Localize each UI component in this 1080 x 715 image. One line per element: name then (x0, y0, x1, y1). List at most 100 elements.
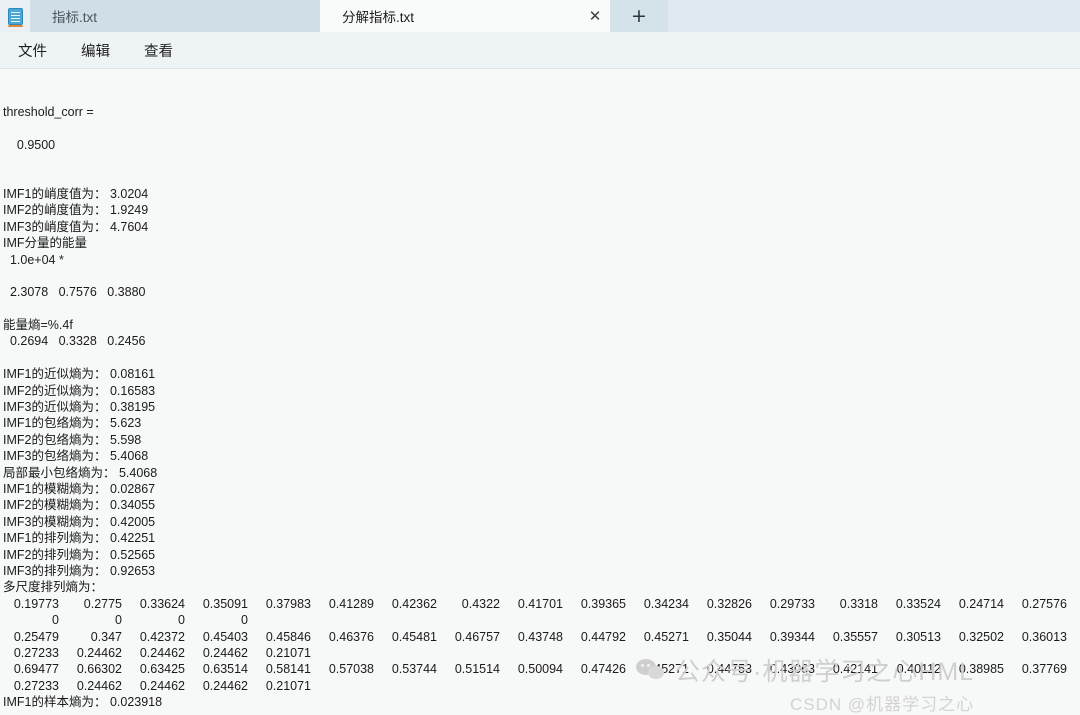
menu-item-edit[interactable]: 编辑 (67, 36, 124, 65)
text-line: 多尺度排列熵为： (3, 580, 104, 595)
text-line: threshold_corr = (3, 105, 94, 119)
matrix-cell: 0.36013 (1021, 629, 1067, 644)
matrix-cell: 0.43748 (517, 629, 563, 644)
matrix-row: 0.27233 0.24462 0.24462 0.24462 0.21071 (3, 645, 1080, 661)
text-line: IMF3的峭度值为： 4.7604 (3, 219, 149, 234)
text-line: IMF1的排列熵为： 0.42251 (3, 531, 156, 546)
text-line: 局部最小包络熵为： 5.4068 (3, 465, 158, 480)
text-line: IMF3的模糊熵为： 0.42005 (3, 514, 156, 529)
matrix-cell: 0.2775 (83, 596, 122, 611)
matrix-cell: 0.27233 (13, 678, 59, 693)
text-line: IMF3的近似熵为： 0.38195 (3, 400, 156, 415)
text-line: 能量熵=%.4f (3, 318, 73, 333)
text-line: IMF1的模糊熵为： 0.02867 (3, 481, 156, 496)
matrix-cell: 0.38985 (958, 662, 1004, 677)
matrix-cell: 0.51514 (454, 662, 500, 677)
tab-label: 指标.txt (52, 10, 98, 25)
matrix-cell: 0.39365 (580, 596, 626, 611)
matrix-cell: 0 (52, 613, 59, 628)
text-line-blank (3, 350, 1080, 366)
text-line: IMF分量的能量 (3, 236, 88, 251)
text-line: IMF1的峭度值为： 3.0204 (3, 186, 149, 201)
matrix-cell: 0.63425 (139, 662, 185, 677)
tab-decomposed-indicators[interactable]: 分解指标.txt ✕ (320, 0, 610, 32)
matrix-cell: 0.44753 (706, 662, 752, 677)
matrix-cell: 0.42362 (391, 596, 437, 611)
text-line: IMF2的近似熵为： 0.16583 (3, 383, 156, 398)
menu-item-view[interactable]: 查看 (130, 36, 187, 65)
matrix-cell: 0.33624 (139, 596, 185, 611)
new-tab-button[interactable]: + (610, 0, 668, 32)
matrix-cell: 0.47426 (580, 662, 626, 677)
matrix-cell: 0.3318 (839, 596, 878, 611)
text-line-blank (3, 120, 1080, 136)
text-editor-area[interactable]: threshold_corr = 0.9500 IMF1的峭度值为： 3.020… (0, 70, 1080, 710)
matrix-cell: 0.46757 (454, 629, 500, 644)
matrix-cell: 0.19773 (13, 596, 59, 611)
menu-bar: 文件 编辑 查看 (0, 32, 1080, 69)
text-line-blank (3, 268, 1080, 284)
text-line: IMF2的包络熵为： 5.598 (3, 432, 142, 447)
matrix-cell: 0.21071 (265, 678, 311, 693)
matrix-cell: 0.45271 (643, 629, 689, 644)
matrix-row: 0 0 0 0 (3, 612, 1080, 628)
matrix-cell: 0.21071 (265, 645, 311, 660)
matrix-cell: 0.35044 (706, 629, 752, 644)
matrix-row: 0.25479 0.347 0.42372 0.45403 0.45846 0.46376… (3, 629, 1080, 645)
tab-strip: 指标.txt 分解指标.txt ✕ + (0, 0, 1080, 32)
close-icon[interactable]: ✕ (580, 0, 610, 32)
text-line: 1.0e+04 * (3, 252, 64, 267)
notepad-icon (0, 0, 30, 32)
matrix-cell: 0.3 (1074, 661, 1080, 677)
matrix-row: 0.19773 0.2775 0.33624 0.35091 0.37983 0.4128… (3, 596, 1080, 612)
matrix-cell: 0 (241, 613, 248, 628)
matrix-cell: 0.34234 (643, 596, 689, 611)
matrix-cell: 0.215 (1074, 596, 1080, 612)
text-line-blank (3, 170, 1080, 186)
document-text[interactable]: threshold_corr = 0.9500 IMF1的峭度值为： 3.020… (0, 70, 1080, 710)
matrix-cell: 0.35091 (202, 596, 248, 611)
matrix-cell: 0.44792 (580, 629, 626, 644)
matrix-cell: 0.45271 (643, 662, 689, 677)
matrix-cell: 0.24462 (139, 678, 185, 693)
matrix-cell: 0.45481 (391, 629, 437, 644)
matrix-row: 0.27233 0.24462 0.24462 0.24462 0.21071 (3, 678, 1080, 694)
matrix-cell: 0.40112 (896, 662, 941, 677)
matrix-cell: 0.24462 (76, 678, 122, 693)
tab-indicators[interactable]: 指标.txt (30, 0, 320, 32)
text-line-blank (3, 301, 1080, 317)
matrix-cell: 0.25479 (13, 629, 59, 644)
matrix-cell: 0.24462 (202, 645, 248, 660)
matrix-cell: 0.37769 (1021, 662, 1067, 677)
matrix-cell: 0.24714 (958, 596, 1004, 611)
matrix-cell: 0.63514 (202, 662, 248, 677)
menu-item-file[interactable]: 文件 (4, 36, 61, 65)
matrix-cell: 0.41701 (517, 596, 563, 611)
matrix-cell: 0.32502 (958, 629, 1004, 644)
matrix-cell: 0.27233 (13, 645, 59, 660)
matrix-cell: 0.50094 (517, 662, 563, 677)
text-line: IMF3的包络熵为： 5.4068 (3, 449, 149, 464)
matrix-cell: 0.29 (1074, 629, 1080, 645)
text-line: 2.3078 0.7576 0.3880 (3, 285, 146, 300)
matrix-cell: 0.41289 (328, 596, 374, 611)
matrix-row: 0.69477 0.66302 0.63425 0.63514 0.58141 0.570… (3, 661, 1080, 677)
matrix-cell: 0.58141 (265, 662, 311, 677)
matrix-cell: 0.45846 (265, 629, 311, 644)
matrix-cell: 0.35557 (832, 629, 878, 644)
matrix-cell: 0.27576 (1021, 596, 1067, 611)
matrix-cell: 0.42372 (139, 629, 185, 644)
matrix-cell: 0.69477 (13, 662, 59, 677)
matrix-cell: 0.66302 (76, 662, 122, 677)
text-line: 0.9500 (3, 137, 56, 152)
matrix-cell: 0 (115, 613, 122, 628)
matrix-cell: 0.46376 (328, 629, 374, 644)
matrix-cell: 0.29733 (769, 596, 815, 611)
matrix-cell: 0.4322 (461, 596, 500, 611)
text-line: 0.2694 0.3328 0.2456 (3, 334, 146, 349)
matrix-cell: 0.42141 (832, 662, 878, 677)
matrix-cell: 0.32826 (706, 596, 752, 611)
text-line: IMF3的排列熵为： 0.92653 (3, 563, 156, 578)
matrix-cell: 0.24462 (202, 678, 248, 693)
text-line: IMF1的包络熵为： 5.623 (3, 416, 142, 431)
